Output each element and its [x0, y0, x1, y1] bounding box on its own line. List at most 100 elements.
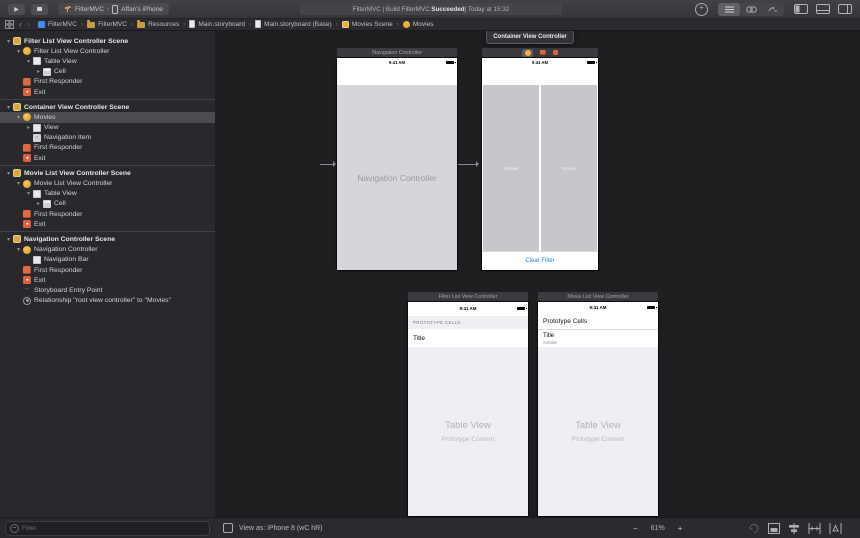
disclosure-open-icon[interactable]: ▾	[14, 48, 23, 55]
outline-row[interactable]: First Responder	[0, 209, 215, 219]
left-container-view[interactable]: UIView	[483, 85, 539, 252]
outline-row[interactable]: ▾Navigation Controller Scene	[0, 234, 215, 244]
standard-editor-button[interactable]	[718, 3, 740, 16]
outline-row[interactable]: First Responder	[0, 77, 215, 87]
outline-row[interactable]: ▾Filter List View Controller Scene	[0, 36, 215, 46]
navigation-bar[interactable]	[482, 67, 598, 86]
disclosure-closed-icon[interactable]: ▸	[24, 124, 33, 131]
disclosure-open-icon[interactable]: ▾	[14, 246, 23, 253]
scene-title-bar[interactable]: Movie List View Controller	[538, 292, 658, 301]
resolve-auto-layout-issues-icon[interactable]	[829, 523, 842, 534]
disclosure-open-icon[interactable]: ▾	[14, 114, 23, 121]
breadcrumb-item[interactable]: Movies	[413, 21, 434, 28]
toggle-navigator-button[interactable]	[794, 4, 808, 14]
outline-row[interactable]: ▾Table View	[0, 56, 215, 66]
outline-row[interactable]: Navigation Item	[0, 133, 215, 143]
go-back-button[interactable]: ‹	[19, 19, 22, 29]
navigation-bar[interactable]	[337, 67, 457, 86]
disclosure-open-icon[interactable]: ▾	[4, 104, 13, 111]
zoom-in-button[interactable]: +	[678, 524, 683, 533]
table-view-placeholder[interactable]: Table View Prototype Content	[408, 347, 528, 516]
scene-icon	[13, 169, 21, 177]
outline-row[interactable]: Exit	[0, 275, 215, 285]
filter-list-table-view[interactable]: 9:41 AM PROTOTYPE CELLS Title Table View…	[408, 302, 528, 516]
version-editor-button[interactable]	[762, 3, 784, 16]
breadcrumb-item[interactable]: Resources	[148, 21, 179, 28]
outline-row[interactable]: First Responder	[0, 143, 215, 153]
disclosure-closed-icon[interactable]: ▸	[34, 200, 43, 207]
disclosure-open-icon[interactable]: ▾	[4, 38, 13, 45]
scheme-selector[interactable]: FilterMVC › Affan's iPhone	[58, 3, 169, 15]
stop-button[interactable]	[31, 4, 48, 15]
assistant-editor-button[interactable]	[740, 3, 762, 16]
navigation-controller-view[interactable]: 9:41 AM Navigation Controller	[337, 58, 457, 270]
disclosure-closed-icon[interactable]: ▸	[34, 68, 43, 75]
toggle-debug-area-button[interactable]	[816, 4, 830, 14]
exit-icon[interactable]	[553, 50, 559, 56]
outline-row[interactable]: First Responder	[0, 265, 215, 275]
disclosure-open-icon[interactable]: ▾	[24, 190, 33, 197]
outline-row[interactable]: ▾Movie List View Controller Scene	[0, 168, 215, 178]
embed-in-stack-icon[interactable]	[768, 523, 780, 534]
disclosure-open-icon[interactable]: ▾	[4, 170, 13, 177]
navigation-controller-body[interactable]: Navigation Controller	[337, 85, 457, 270]
align-icon[interactable]	[788, 523, 800, 534]
outline-row[interactable]: Exit	[0, 153, 215, 163]
outline-tree: ▾Filter List View Controller Scene▾Filte…	[0, 30, 215, 518]
add-constraints-pin-icon[interactable]	[808, 523, 821, 534]
zoom-out-button[interactable]: −	[633, 524, 638, 533]
storyboard-canvas[interactable]: Container View Controller Navigation Con…	[215, 30, 860, 538]
breadcrumb-item[interactable]: Movies Scene	[352, 21, 393, 28]
outline-row[interactable]: Relationship "root view controller" to "…	[0, 296, 215, 306]
standard-editor-icon	[725, 6, 734, 13]
outline-row[interactable]: ▸Cell	[0, 199, 215, 209]
outline-row[interactable]: Storyboard Entry Point	[0, 285, 215, 295]
outline-row[interactable]: ▾Filter List View Controller	[0, 46, 215, 56]
outline-row[interactable]: ▾Movies	[0, 112, 215, 122]
outline-row[interactable]: ▾Navigation Controller	[0, 245, 215, 255]
outline-row[interactable]: ▾Movie List View Controller	[0, 178, 215, 188]
view-controller-dock-selection[interactable]	[522, 49, 533, 57]
clear-filter-button[interactable]: Clear Filter	[525, 258, 554, 264]
view-as-label[interactable]: View as: iPhone 8 (wC hR)	[239, 525, 323, 532]
navigation-controller-scene[interactable]: Navigation Controller 9:41 AM Navigation…	[337, 48, 457, 270]
disclosure-open-icon[interactable]: ▾	[4, 236, 13, 243]
first-responder-icon[interactable]	[540, 50, 546, 56]
scene-title-bar[interactable]: Filter List View Controller	[408, 292, 528, 301]
filter-list-view-controller-scene[interactable]: Filter List View Controller 9:41 AM PROT…	[408, 292, 528, 516]
zoom-level[interactable]: 61%	[651, 525, 665, 532]
update-frames-icon[interactable]	[748, 523, 760, 534]
go-forward-button[interactable]: ›	[27, 19, 30, 29]
breadcrumb-item[interactable]: FilterMVC	[98, 21, 127, 28]
scene-title-bar[interactable]: Navigation Controller	[337, 48, 457, 57]
hammer-icon	[64, 5, 72, 13]
root-view-controller-segue-arrow[interactable]	[458, 164, 478, 165]
breadcrumb-item[interactable]: Main.storyboard (Base)	[264, 21, 332, 28]
library-icon[interactable]	[695, 3, 708, 16]
movie-list-table-view[interactable]: 9:41 AM Prototype Cells Title Subtitle T…	[538, 302, 658, 516]
breadcrumb-item[interactable]: Main.storyboard	[198, 21, 245, 28]
outline-row[interactable]: ▾Table View	[0, 189, 215, 199]
outline-row[interactable]: Exit	[0, 219, 215, 229]
outline-section-divider	[0, 165, 215, 166]
filter-input[interactable]: Filter	[5, 521, 210, 536]
outline-row[interactable]: ▾Container View Controller Scene	[0, 102, 215, 112]
device-configuration-icon[interactable]	[223, 523, 233, 533]
outline-row[interactable]: ▸Cell	[0, 67, 215, 77]
storyboard-entry-arrow[interactable]	[320, 164, 334, 165]
table-cell[interactable]: Title	[408, 329, 528, 348]
breadcrumb-item[interactable]: FilterMVC	[48, 21, 77, 28]
table-view-placeholder[interactable]: Table View Prototype Content	[538, 347, 658, 516]
outline-row[interactable]: Exit	[0, 87, 215, 97]
run-button[interactable]: ▶	[8, 4, 25, 15]
right-container-view[interactable]: UIView	[541, 85, 597, 252]
outline-row[interactable]: ▸View	[0, 123, 215, 133]
movie-list-view-controller-scene[interactable]: Movie List View Controller 9:41 AM Proto…	[538, 292, 658, 516]
related-items-icon[interactable]	[5, 20, 14, 29]
toggle-inspectors-button[interactable]	[838, 4, 852, 14]
outline-row[interactable]: Navigation Bar	[0, 255, 215, 265]
container-view-controller-scene[interactable]: 9:41 AM UIView UIView Clear Filter	[482, 48, 598, 270]
disclosure-open-icon[interactable]: ▾	[14, 180, 23, 187]
disclosure-open-icon[interactable]: ▾	[24, 58, 33, 65]
container-view-controller-view[interactable]: 9:41 AM UIView UIView Clear Filter	[482, 58, 598, 270]
